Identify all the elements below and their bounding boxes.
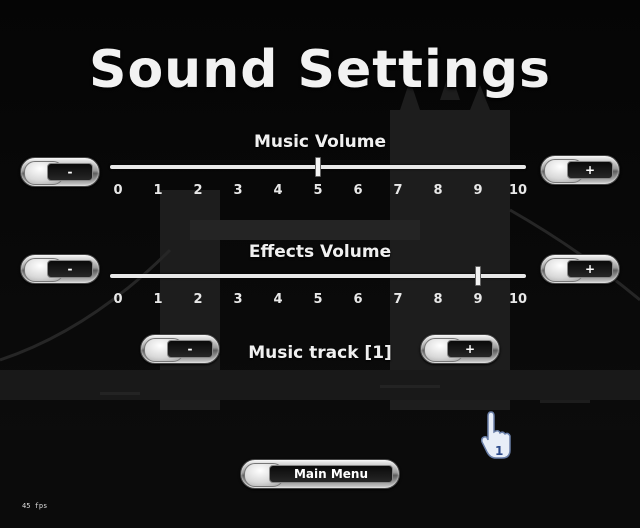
effects-volume-tick: 6 (353, 292, 363, 307)
music-volume-tick: 5 (313, 183, 323, 198)
effects-volume-tick: 1 (153, 292, 163, 307)
effects-volume-tick: 0 (113, 292, 123, 307)
music-volume-increase-button[interactable]: + (540, 155, 620, 185)
fps-counter: 45 fps (22, 502, 48, 510)
effects-volume-tick: 4 (273, 292, 283, 307)
music-volume-tick: 8 (433, 183, 443, 198)
button-label: + (447, 340, 493, 358)
music-volume-tick: 0 (113, 183, 123, 198)
button-label: - (47, 260, 93, 278)
music-volume-decrease-button[interactable]: - (20, 157, 100, 187)
cursor-badge: 1 (495, 444, 503, 458)
music-volume-tick: 4 (273, 183, 283, 198)
page-title: Sound Settings (89, 40, 551, 100)
effects-volume-tick: 8 (433, 292, 443, 307)
music-track-next-button[interactable]: + (420, 334, 500, 364)
effects-volume-decrease-button[interactable]: - (20, 254, 100, 284)
effects-volume-tick: 5 (313, 292, 323, 307)
effects-volume-tick: 9 (473, 292, 483, 307)
effects-volume-tick: 10 (508, 292, 528, 307)
effects-volume-tick: 2 (193, 292, 203, 307)
music-volume-tick: 1 (153, 183, 163, 198)
button-label: + (567, 161, 613, 179)
hand-cursor-icon: 1 (481, 411, 511, 459)
effects-volume-increase-button[interactable]: + (540, 254, 620, 284)
button-label: - (47, 163, 93, 181)
main-menu-button-label: Main Menu (269, 465, 393, 483)
music-volume-tick: 10 (508, 183, 528, 198)
music-volume-tick: 9 (473, 183, 483, 198)
main-menu-button[interactable]: Main Menu (240, 459, 400, 489)
effects-volume-tick: 3 (233, 292, 243, 307)
button-label: + (567, 260, 613, 278)
music-volume-tick: 2 (193, 183, 203, 198)
music-volume-tick: 6 (353, 183, 363, 198)
music-volume-tick: 7 (393, 183, 403, 198)
effects-volume-slider-track[interactable] (110, 274, 526, 278)
music-volume-slider-thumb[interactable] (315, 157, 321, 177)
effects-volume-tick: 7 (393, 292, 403, 307)
music-volume-label: Music Volume (253, 132, 387, 152)
music-volume-tick: 3 (233, 183, 243, 198)
effects-volume-slider-thumb[interactable] (475, 266, 481, 286)
music-track-label: Music track [1] (248, 343, 392, 363)
